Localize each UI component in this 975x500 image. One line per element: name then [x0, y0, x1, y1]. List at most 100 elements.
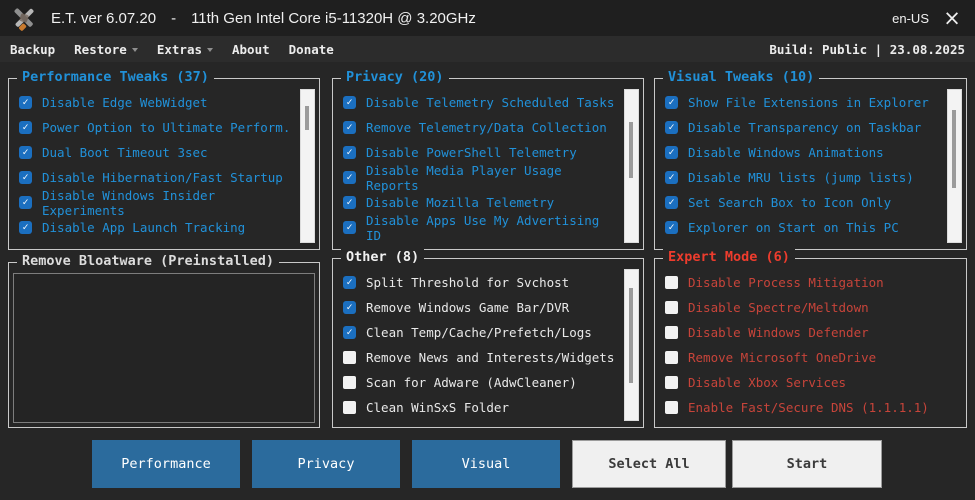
- menu-donate[interactable]: Donate: [289, 42, 334, 57]
- checkbox-item[interactable]: Disable Apps Use My Advertising ID: [337, 212, 619, 243]
- menu-extras[interactable]: Extras: [157, 42, 213, 57]
- menu-backup-label: Backup: [10, 41, 56, 57]
- scrollbar-thumb[interactable]: [952, 110, 956, 188]
- menu-backup[interactable]: Backup: [10, 42, 55, 57]
- bloatware-listbox[interactable]: [13, 273, 315, 423]
- performance-button[interactable]: Performance: [92, 440, 240, 488]
- checkbox[interactable]: [665, 351, 678, 364]
- checkbox-item[interactable]: Disable Mozilla Telemetry: [337, 190, 619, 215]
- group-title: Remove Bloatware (Preinstalled): [17, 253, 279, 269]
- checkbox[interactable]: [19, 121, 32, 134]
- scrollbar[interactable]: [300, 89, 315, 243]
- checkbox-item[interactable]: Remove Windows Game Bar/DVR: [337, 295, 619, 320]
- checkbox[interactable]: [343, 301, 356, 314]
- checkbox[interactable]: [343, 221, 356, 234]
- checkbox-item[interactable]: Disable Media Player Usage Reports: [337, 163, 619, 193]
- checkbox-item[interactable]: Disable Windows Insider Experiments: [13, 188, 295, 218]
- scrollbar[interactable]: [624, 269, 639, 421]
- privacy-button[interactable]: Privacy: [252, 440, 400, 488]
- group-title: Other (8): [341, 249, 425, 265]
- checkbox[interactable]: [665, 401, 678, 414]
- checkbox-label: Disable App Launch Tracking: [42, 220, 246, 235]
- checkbox-list-expert: Disable Process Mitigation Disable Spect…: [659, 270, 960, 422]
- checkbox-item[interactable]: Disable Spectre/Meltdown: [659, 295, 960, 320]
- checkbox[interactable]: [665, 326, 678, 339]
- checkbox[interactable]: [343, 121, 356, 134]
- visual-button[interactable]: Visual: [412, 440, 560, 488]
- checkbox[interactable]: [19, 171, 32, 184]
- checkbox-item[interactable]: Dual Boot Timeout 3sec: [13, 140, 295, 165]
- scrollbar-thumb[interactable]: [629, 288, 633, 383]
- menu-about[interactable]: About: [232, 42, 270, 57]
- checkbox-item[interactable]: Disable Hibernation/Fast Startup: [13, 165, 295, 190]
- checkbox[interactable]: [665, 96, 678, 109]
- checkbox-item[interactable]: Remove News and Interests/Widgets: [337, 345, 619, 370]
- menu-donate-label: Donate: [288, 41, 334, 57]
- checkbox-item[interactable]: Disable Edge WebWidget: [13, 90, 295, 115]
- checkbox[interactable]: [343, 326, 356, 339]
- checkbox[interactable]: [19, 196, 32, 209]
- group-remove-bloatware: Remove Bloatware (Preinstalled): [8, 253, 320, 428]
- checkbox-item[interactable]: Explorer on Start on This PC: [659, 215, 942, 240]
- close-icon[interactable]: ×: [929, 0, 975, 36]
- scrollbar-thumb[interactable]: [305, 106, 309, 130]
- checkbox-item[interactable]: Remove Telemetry/Data Collection: [337, 115, 619, 140]
- checkbox[interactable]: [343, 146, 356, 159]
- checkbox[interactable]: [343, 376, 356, 389]
- checkbox[interactable]: [343, 351, 356, 364]
- menu-restore[interactable]: Restore: [74, 42, 138, 57]
- scrollbar[interactable]: [947, 89, 962, 243]
- checkbox[interactable]: [343, 96, 356, 109]
- checkbox-item[interactable]: Clean Temp/Cache/Prefetch/Logs: [337, 320, 619, 345]
- menubar: Backup Restore Extras About Donate Build…: [0, 36, 975, 62]
- checkbox[interactable]: [343, 401, 356, 414]
- cpu-info-text: 11th Gen Intel Core i5-11320H @ 3.20GHz: [191, 9, 476, 27]
- menu-extras-label: Extras: [156, 41, 202, 57]
- checkbox-item[interactable]: Show File Extensions in Explorer: [659, 90, 942, 115]
- checkbox[interactable]: [343, 171, 356, 184]
- checkbox[interactable]: [665, 376, 678, 389]
- checkbox-item[interactable]: Disable MRU lists (jump lists): [659, 165, 942, 190]
- checkbox[interactable]: [665, 171, 678, 184]
- checkbox[interactable]: [19, 146, 32, 159]
- checkbox-label: Disable Apps Use My Advertising ID: [366, 212, 600, 243]
- app-logo-icon: [10, 4, 38, 32]
- checkbox-item[interactable]: Power Option to Ultimate Perform.: [13, 115, 295, 140]
- checkbox-item[interactable]: Disable App Launch Tracking: [13, 215, 295, 240]
- checkbox-item[interactable]: Split Threshold for Svchost: [337, 270, 619, 295]
- group-title: Expert Mode (6): [663, 249, 795, 265]
- select-all-button[interactable]: Select All: [572, 440, 726, 488]
- scrollbar-thumb[interactable]: [629, 122, 633, 178]
- checkbox-item[interactable]: Disable Process Mitigation: [659, 270, 960, 295]
- group-title: Performance Tweaks (37): [17, 69, 214, 85]
- checkbox[interactable]: [343, 276, 356, 289]
- checkbox[interactable]: [343, 196, 356, 209]
- checkbox-item[interactable]: Disable Telemetry Scheduled Tasks: [337, 90, 619, 115]
- language-selector[interactable]: en-US: [892, 11, 929, 26]
- checkbox-item[interactable]: Disable Transparency on Taskbar: [659, 115, 942, 140]
- checkbox-item[interactable]: Disable Windows Animations: [659, 140, 942, 165]
- checkbox-label: Disable Windows Animations: [688, 145, 884, 160]
- start-button[interactable]: Start: [732, 440, 882, 488]
- checkbox-item[interactable]: Disable Xbox Services: [659, 370, 960, 395]
- checkbox[interactable]: [19, 96, 32, 109]
- checkbox-item[interactable]: Scan for Adware (AdwCleaner): [337, 370, 619, 395]
- checkbox-label: Disable Mozilla Telemetry: [366, 195, 555, 210]
- scrollbar[interactable]: [624, 89, 639, 243]
- checkbox-item[interactable]: Clean WinSxS Folder: [337, 395, 619, 420]
- checkbox-item[interactable]: Remove Microsoft OneDrive: [659, 345, 960, 370]
- checkbox-item[interactable]: Set Search Box to Icon Only: [659, 190, 942, 215]
- checkbox-item[interactable]: Disable PowerShell Telemetry: [337, 140, 619, 165]
- group-visual-tweaks: Visual Tweaks (10) Show File Extensions …: [654, 69, 967, 250]
- checkbox[interactable]: [665, 196, 678, 209]
- checkbox[interactable]: [665, 121, 678, 134]
- checkbox[interactable]: [665, 301, 678, 314]
- title-separator: -: [171, 9, 177, 27]
- checkbox[interactable]: [665, 276, 678, 289]
- checkbox[interactable]: [665, 146, 678, 159]
- checkbox-item[interactable]: Enable Fast/Secure DNS (1.1.1.1): [659, 395, 960, 420]
- checkbox[interactable]: [665, 221, 678, 234]
- checkbox-label: Disable MRU lists (jump lists): [688, 170, 914, 185]
- checkbox[interactable]: [19, 221, 32, 234]
- checkbox-item[interactable]: Disable Windows Defender: [659, 320, 960, 345]
